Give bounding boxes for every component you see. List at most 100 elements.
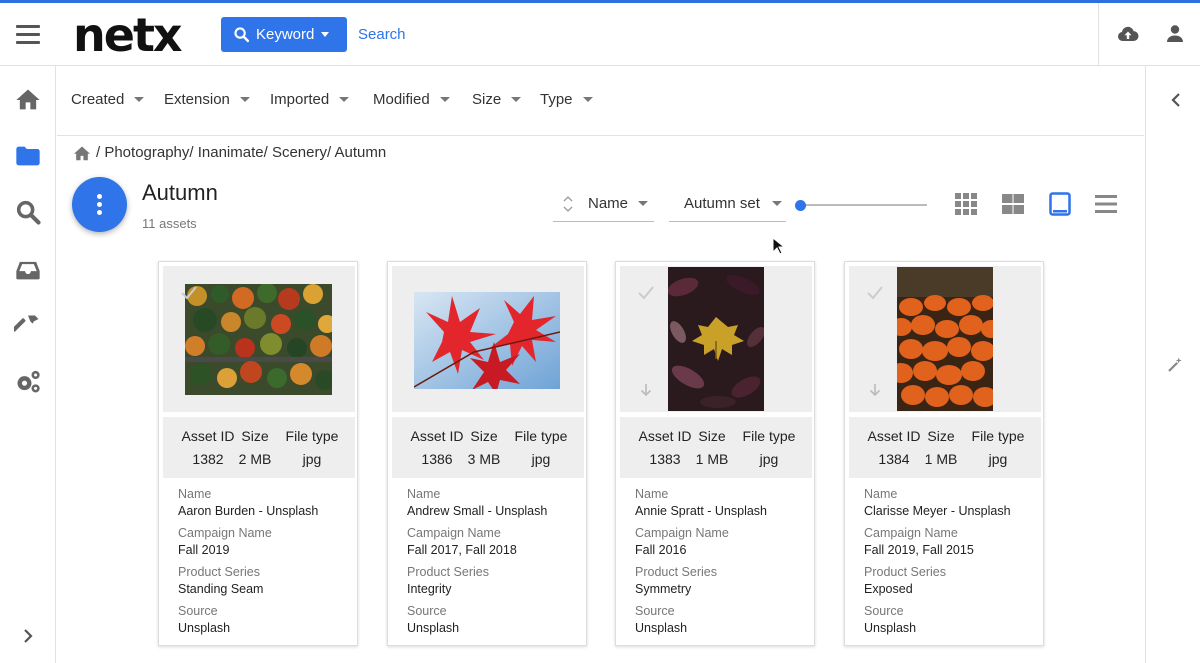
yellow-leaf-image	[668, 267, 764, 411]
asset-fields: Name Annie Spratt - Unsplash Campaign Na…	[635, 486, 810, 642]
attribute-set-label: Autumn set	[684, 195, 760, 212]
page-title: Autumn	[142, 180, 218, 205]
keyword-button-label: Keyword	[256, 26, 315, 43]
user-icon[interactable]	[1163, 22, 1187, 46]
sort-arrows-icon[interactable]	[563, 193, 573, 215]
filter-created[interactable]: Created	[71, 91, 145, 108]
field-label: Name	[407, 487, 441, 501]
folder-actions-button[interactable]	[72, 177, 127, 232]
filter-type[interactable]: Type	[540, 91, 593, 108]
inbox-icon[interactable]	[14, 256, 42, 284]
product-series: Integrity	[407, 582, 452, 596]
pumpkins-image	[897, 267, 993, 411]
field-label: Product Series	[178, 565, 260, 579]
asset-card[interactable]: Asset ID Size File type 1384 1 MB jpg Na…	[844, 261, 1044, 646]
forest-aerial-image	[185, 284, 332, 395]
home-icon[interactable]	[14, 86, 42, 114]
product-series: Exposed	[864, 582, 913, 596]
field-label: Source	[635, 604, 675, 618]
logo[interactable]: netx	[73, 7, 183, 63]
field-label: Product Series	[407, 565, 489, 579]
asset-id-value: 1383	[649, 451, 681, 467]
field-label: Campaign Name	[864, 526, 958, 540]
field-label: Campaign Name	[178, 526, 272, 540]
asset-thumbnail[interactable]	[849, 266, 1041, 412]
filter-size[interactable]: Size	[472, 91, 522, 108]
thumbnail-size-slider[interactable]	[795, 199, 927, 211]
home-icon[interactable]	[73, 145, 91, 161]
asset-fields: Name Clarisse Meyer - Unsplash Campaign …	[864, 486, 1039, 642]
asset-meta-table: Asset ID Size File type 1386 3 MB jpg	[392, 417, 584, 478]
more-vertical-icon-dot	[97, 210, 102, 215]
field-label: Source	[178, 604, 218, 618]
product-series: Standing Seam	[178, 582, 264, 596]
filter-extension[interactable]: Extension	[164, 91, 250, 108]
product-series: Symmetry	[635, 582, 692, 596]
asset-thumbnail[interactable]	[163, 266, 355, 412]
search-input[interactable]	[352, 17, 652, 52]
filter-bar: Created Extension Imported Modified Size…	[57, 66, 1144, 136]
list-view-icon[interactable]	[1094, 192, 1118, 216]
asset-meta-table: Asset ID Size File type 1382 2 MB jpg	[163, 417, 355, 478]
download-icon[interactable]	[869, 383, 881, 397]
asset-type-value: jpg	[302, 451, 322, 467]
menu-icon[interactable]	[16, 25, 40, 45]
chevron-down-icon	[339, 97, 350, 102]
search-icon	[234, 27, 250, 43]
tile-view-icon[interactable]	[1048, 192, 1072, 216]
keyword-search-dropdown[interactable]: Keyword	[221, 17, 347, 52]
asset-card[interactable]: Asset ID Size File type 1386 3 MB jpg Na…	[387, 261, 587, 646]
right-sidebar	[1145, 66, 1200, 663]
select-check-icon[interactable]	[867, 286, 883, 300]
asset-size-value: 1 MB	[924, 451, 958, 467]
select-check-icon[interactable]	[638, 286, 654, 300]
chevron-left-icon[interactable]	[1168, 92, 1184, 108]
search-icon[interactable]	[14, 198, 42, 226]
asset-type-value: jpg	[759, 451, 779, 467]
attribute-set-dropdown[interactable]: Autumn set	[669, 186, 786, 222]
asset-meta-table: Asset ID Size File type 1383 1 MB jpg	[620, 417, 812, 478]
left-sidebar	[0, 66, 56, 663]
settings-gears-icon[interactable]	[14, 368, 42, 396]
folder-icon[interactable]	[14, 142, 42, 170]
column-header: Size	[470, 428, 498, 444]
chevron-right-icon[interactable]	[20, 628, 36, 644]
top-bar: netx Keyword	[0, 3, 1200, 66]
filter-imported[interactable]: Imported	[270, 91, 350, 108]
asset-name: Clarisse Meyer - Unsplash	[864, 504, 1011, 518]
source: Unsplash	[864, 621, 917, 635]
filter-modified[interactable]: Modified	[373, 91, 450, 108]
slider-track[interactable]	[799, 204, 927, 206]
asset-thumbnail[interactable]	[392, 266, 584, 412]
field-label: Campaign Name	[635, 526, 729, 540]
asset-fields: Name Aaron Burden - Unsplash Campaign Na…	[178, 486, 353, 642]
grid-small-view-icon[interactable]	[954, 192, 978, 216]
grid-large-view-icon[interactable]	[1001, 192, 1025, 216]
asset-thumbnail[interactable]	[620, 266, 812, 412]
field-label: Product Series	[864, 565, 946, 579]
slider-knob[interactable]	[795, 200, 806, 211]
sort-field-dropdown[interactable]: Name	[553, 186, 654, 222]
magic-wand-icon[interactable]	[1166, 356, 1184, 374]
asset-card[interactable]: Asset ID Size File type 1382 2 MB jpg Na…	[158, 261, 358, 646]
field-label: Source	[407, 604, 447, 618]
cloud-upload-icon[interactable]	[1116, 22, 1140, 46]
column-header: File type	[742, 428, 796, 444]
select-check-icon[interactable]	[181, 286, 197, 300]
filter-label: Modified	[373, 91, 430, 108]
chevron-down-icon	[638, 201, 649, 206]
red-leaves-image	[414, 292, 560, 389]
asset-id-value: 1384	[878, 451, 910, 467]
column-header: File type	[285, 428, 339, 444]
asset-type-value: jpg	[988, 451, 1008, 467]
chevron-down-icon	[239, 97, 250, 102]
filter-label: Size	[472, 91, 502, 108]
download-icon[interactable]	[640, 383, 652, 397]
hammer-icon[interactable]	[14, 312, 42, 340]
column-header: File type	[514, 428, 568, 444]
asset-card[interactable]: Asset ID Size File type 1383 1 MB jpg Na…	[615, 261, 815, 646]
asset-fields: Name Andrew Small - Unsplash Campaign Na…	[407, 486, 582, 642]
breadcrumb-path[interactable]: / Photography/ Inanimate/ Scenery/ Autum…	[96, 144, 386, 161]
campaign-name: Fall 2019	[178, 543, 230, 557]
campaign-name: Fall 2017, Fall 2018	[407, 543, 517, 557]
